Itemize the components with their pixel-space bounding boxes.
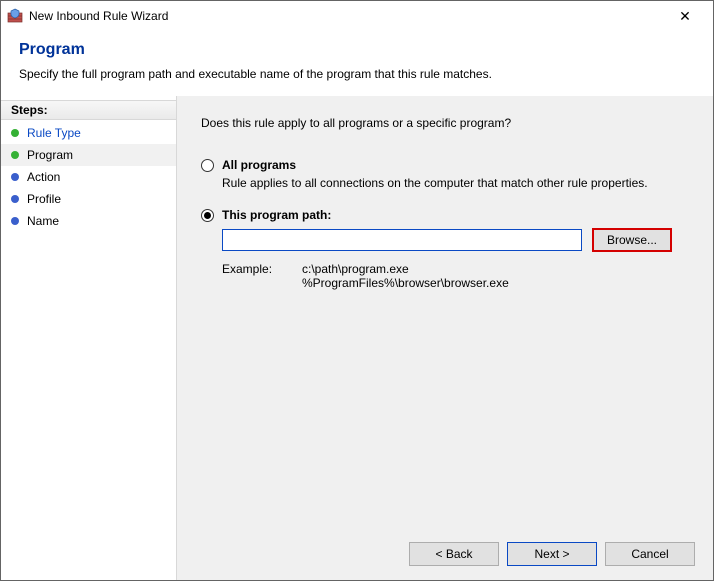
firewall-icon xyxy=(7,8,23,24)
option-all-programs[interactable]: All programs xyxy=(201,158,689,172)
cancel-button[interactable]: Cancel xyxy=(605,542,695,566)
bullet-icon xyxy=(11,129,19,137)
wizard-body: Steps: Rule Type Program Action Profile xyxy=(1,96,713,580)
question-text: Does this rule apply to all programs or … xyxy=(177,96,713,130)
options-group: All programs Rule applies to all connect… xyxy=(177,130,713,290)
main-panel: Does this rule apply to all programs or … xyxy=(176,96,713,580)
radio-program-path[interactable] xyxy=(201,209,214,222)
radio-all-programs[interactable] xyxy=(201,159,214,172)
bullet-icon xyxy=(11,217,19,225)
bullet-icon xyxy=(11,173,19,181)
option-path-label: This program path: xyxy=(222,208,331,222)
back-button[interactable]: < Back xyxy=(409,542,499,566)
step-label: Name xyxy=(27,214,59,228)
page-subtitle: Specify the full program path and execut… xyxy=(19,67,695,81)
steps-list: Rule Type Program Action Profile Name xyxy=(1,120,176,234)
bullet-icon xyxy=(11,195,19,203)
program-path-row: Browse... xyxy=(222,228,689,252)
example-values: c:\path\program.exe %ProgramFiles%\brows… xyxy=(302,262,509,290)
example-row: Example: c:\path\program.exe %ProgramFil… xyxy=(222,262,689,290)
titlebar: New Inbound Rule Wizard ✕ xyxy=(1,1,713,31)
step-label[interactable]: Rule Type xyxy=(27,126,81,140)
step-label: Profile xyxy=(27,192,61,206)
bullet-icon xyxy=(11,151,19,159)
wizard-header: Program Specify the full program path an… xyxy=(1,31,713,96)
browse-button[interactable]: Browse... xyxy=(592,228,672,252)
option-all-label: All programs xyxy=(222,158,296,172)
option-all-desc: Rule applies to all connections on the c… xyxy=(222,176,689,190)
steps-label: Steps: xyxy=(1,100,176,120)
wizard-footer: < Back Next > Cancel xyxy=(409,542,695,566)
window-title: New Inbound Rule Wizard xyxy=(29,9,665,23)
step-name[interactable]: Name xyxy=(1,210,176,232)
step-profile[interactable]: Profile xyxy=(1,188,176,210)
page-title: Program xyxy=(19,41,695,59)
program-path-input[interactable] xyxy=(222,229,582,251)
wizard-window: New Inbound Rule Wizard ✕ Program Specif… xyxy=(0,0,714,581)
close-icon[interactable]: ✕ xyxy=(665,8,705,25)
next-button[interactable]: Next > xyxy=(507,542,597,566)
step-label: Program xyxy=(27,148,73,162)
option-program-path[interactable]: This program path: xyxy=(201,208,689,222)
step-program[interactable]: Program xyxy=(1,144,176,166)
steps-sidebar: Steps: Rule Type Program Action Profile xyxy=(1,96,176,580)
example-label: Example: xyxy=(222,262,302,290)
step-label: Action xyxy=(27,170,60,184)
step-action[interactable]: Action xyxy=(1,166,176,188)
step-rule-type[interactable]: Rule Type xyxy=(1,122,176,144)
